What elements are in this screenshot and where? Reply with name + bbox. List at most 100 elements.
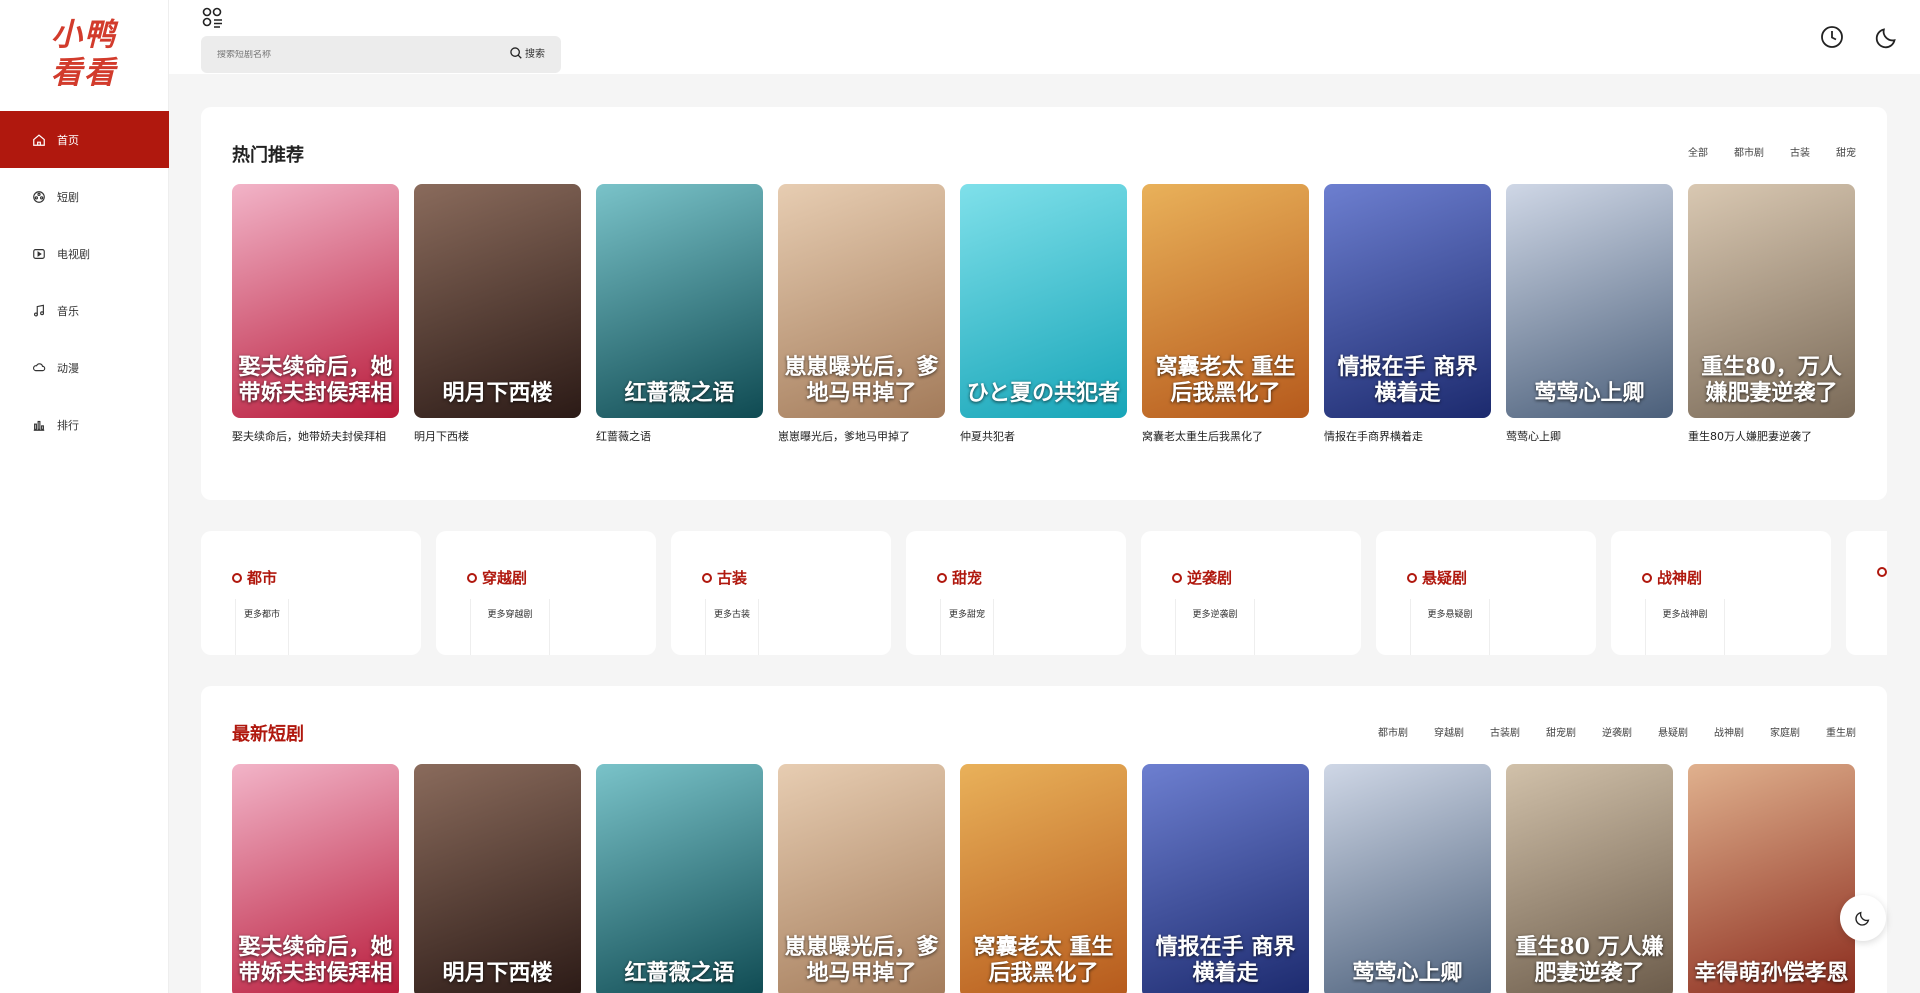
drama-card[interactable]: 情报在手 商界横着走 — [1142, 764, 1309, 993]
search-input[interactable] — [217, 49, 507, 60]
drama-card[interactable]: 情报在手 商界横着走情报在手商界横着走 — [1324, 184, 1491, 444]
category-card[interactable]: 逆袭剧 更多逆袭剧 — [1141, 531, 1361, 655]
drama-card[interactable]: 窝囊老太 重生后我黑化了窝囊老太重生后我黑化了 — [1142, 184, 1309, 444]
drama-card[interactable]: 娶夫续命后，她带娇夫封侯拜相 娶夫续命后，她带娇夫封侯拜相 — [232, 184, 399, 444]
filter-link[interactable]: 家庭剧 — [1757, 724, 1813, 739]
drama-card[interactable]: 崽崽曝光后，爹地马甲掉了 — [778, 764, 945, 993]
drama-card[interactable]: 窝囊老太 重生后我黑化了 — [960, 764, 1127, 993]
latest-section: 最新短剧 都市剧 穿越剧 古装剧 甜宠剧 逆袭剧 悬疑剧 战神剧 家庭剧 重生剧… — [201, 686, 1887, 993]
sidebar-item-ranking[interactable]: 排行 — [0, 396, 169, 453]
drama-card[interactable]: 重生80，万人嫌肥妻逆袭了重生80万人嫌肥妻逆袭了 — [1688, 184, 1855, 444]
sidebar-item-music[interactable]: 音乐 — [0, 282, 169, 339]
category-sub-link[interactable]: 更多战神剧 — [1645, 599, 1725, 655]
drama-poster[interactable]: ひと夏の共犯者 — [960, 184, 1127, 418]
category-card[interactable]: 都市 更多都市 — [201, 531, 421, 655]
drama-card[interactable]: 红蔷薇之语 — [596, 764, 763, 993]
filter-link[interactable]: 都市剧 — [1365, 724, 1421, 739]
drama-poster[interactable]: 情报在手 商界横着走 — [1142, 764, 1309, 993]
drama-poster[interactable]: 莺莺心上卿 — [1506, 184, 1673, 418]
drama-card[interactable]: 重生80 万人嫌肥妻逆袭了 — [1506, 764, 1673, 993]
category-name[interactable]: 古装 — [702, 567, 747, 588]
category-sub-link[interactable]: 更多穿越剧 — [470, 599, 550, 655]
poster-text: 窝囊老太 重生后我黑化了 — [1155, 354, 1296, 406]
poster-text: 重生80 万人嫌肥妻逆袭了 — [1515, 934, 1664, 986]
category-card[interactable]: 悬疑剧更多悬疑剧 — [1376, 531, 1596, 655]
drama-poster[interactable]: 崽崽曝光后，爹地马甲掉了 — [778, 184, 945, 418]
category-card[interactable]: 穿越剧 更多穿越剧 — [436, 531, 656, 655]
filter-link[interactable]: 逆袭剧 — [1589, 724, 1645, 739]
filter-link[interactable]: 战神剧 — [1701, 724, 1757, 739]
filter-link[interactable]: 穿越剧 — [1421, 724, 1477, 739]
drama-card[interactable]: 莺莺心上卿 莺莺心上卿 — [1506, 184, 1673, 444]
category-name[interactable]: 都市 — [232, 567, 277, 588]
filter-link[interactable]: 全部 — [1675, 144, 1721, 159]
drama-poster[interactable]: 娶夫续命后，她带娇夫封侯拜相 — [232, 184, 399, 418]
dark-mode-moon-icon[interactable] — [1874, 24, 1900, 50]
sidebar-item-anime[interactable]: 动漫 — [0, 339, 169, 396]
latest-card-list: 娶夫续命后，她带娇夫封侯拜相 明月下西楼 红蔷薇之语 崽崽曝光后，爹地马甲掉了 … — [232, 764, 1855, 993]
sidebar-item-home[interactable]: 首页 — [0, 111, 169, 168]
drama-poster[interactable]: 红蔷薇之语 — [596, 184, 763, 418]
drama-poster[interactable]: 情报在手 商界横着走 — [1324, 184, 1491, 418]
category-sub-link[interactable]: 更多都市 — [235, 599, 289, 655]
category-card[interactable]: 战神剧 更多战神剧 — [1611, 531, 1831, 655]
category-card[interactable]: 古装 更多古装 — [671, 531, 891, 655]
sidebar-item-shortdrama[interactable]: 短剧 — [0, 168, 169, 225]
filter-link[interactable]: 甜宠剧 — [1533, 724, 1589, 739]
category-name[interactable]: 悬疑剧 — [1407, 567, 1467, 588]
drama-poster[interactable]: 重生80，万人嫌肥妻逆袭了 — [1688, 184, 1855, 418]
floating-theme-toggle[interactable] — [1840, 895, 1886, 941]
filter-link[interactable]: 重生剧 — [1813, 724, 1869, 739]
category-name[interactable]: 逆袭剧 — [1172, 567, 1232, 588]
drama-title[interactable]: 重生80万人嫌肥妻逆袭了 — [1688, 428, 1855, 444]
drama-poster[interactable]: 明月下西楼 — [414, 764, 581, 993]
drama-title[interactable]: 红蔷薇之语 — [596, 428, 763, 444]
drama-poster[interactable]: 红蔷薇之语 — [596, 764, 763, 993]
drama-title[interactable]: 情报在手商界横着走 — [1324, 428, 1491, 444]
category-name[interactable]: 甜宠 — [937, 567, 982, 588]
drama-card[interactable]: 娶夫续命后，她带娇夫封侯拜相 — [232, 764, 399, 993]
drama-poster[interactable]: 重生80 万人嫌肥妻逆袭了 — [1506, 764, 1673, 993]
category-sub-link[interactable]: 更多古装 — [705, 599, 759, 655]
drama-card[interactable]: 崽崽曝光后，爹地马甲掉了 崽崽曝光后，爹地马甲掉了 — [778, 184, 945, 444]
drama-card[interactable]: 幸得萌孙偿孝恩 — [1688, 764, 1855, 993]
drama-poster[interactable]: 窝囊老太 重生后我黑化了 — [960, 764, 1127, 993]
filter-link[interactable]: 悬疑剧 — [1645, 724, 1701, 739]
drama-poster[interactable]: 崽崽曝光后，爹地马甲掉了 — [778, 764, 945, 993]
category-dot-icon — [232, 572, 242, 583]
category-label: 悬疑剧 — [1422, 569, 1468, 587]
grid-menu-icon[interactable] — [201, 6, 225, 30]
category-sub-link[interactable]: 更多甜宠 — [940, 599, 994, 655]
sidebar-item-tv[interactable]: 电视剧 — [0, 225, 169, 282]
drama-title[interactable]: 莺莺心上卿 — [1506, 428, 1673, 444]
category-card-partial[interactable] — [1846, 531, 1887, 655]
drama-title[interactable]: 明月下西楼 — [414, 428, 581, 444]
category-sub-link[interactable]: 更多悬疑剧 — [1410, 599, 1490, 655]
category-name[interactable]: 穿越剧 — [467, 567, 527, 588]
drama-poster[interactable]: 窝囊老太 重生后我黑化了 — [1142, 184, 1309, 418]
filter-link[interactable]: 古装 — [1777, 144, 1823, 159]
filter-link[interactable]: 甜宠 — [1823, 144, 1869, 159]
drama-card[interactable]: 明月下西楼 — [414, 764, 581, 993]
drama-card[interactable]: ひと夏の共犯者仲夏共犯者 — [960, 184, 1127, 444]
drama-poster[interactable]: 明月下西楼 — [414, 184, 581, 418]
drama-poster[interactable]: 娶夫续命后，她带娇夫封侯拜相 — [232, 764, 399, 993]
filter-link[interactable]: 古装剧 — [1477, 724, 1533, 739]
drama-title[interactable]: 仲夏共犯者 — [960, 428, 1127, 444]
drama-title[interactable]: 窝囊老太重生后我黑化了 — [1142, 428, 1309, 444]
drama-card[interactable]: 明月下西楼 明月下西楼 — [414, 184, 581, 444]
drama-card[interactable]: 红蔷薇之语 红蔷薇之语 — [596, 184, 763, 444]
drama-poster[interactable]: 莺莺心上卿 — [1324, 764, 1491, 993]
filter-link[interactable]: 都市剧 — [1721, 144, 1777, 159]
drama-title[interactable]: 崽崽曝光后，爹地马甲掉了 — [778, 428, 945, 444]
category-name[interactable]: 战神剧 — [1642, 567, 1702, 588]
history-clock-icon[interactable] — [1819, 24, 1845, 50]
drama-poster[interactable]: 幸得萌孙偿孝恩 — [1688, 764, 1855, 993]
site-logo[interactable]: 小鸭 看看 — [28, 16, 140, 96]
category-sub-link[interactable]: 更多逆袭剧 — [1175, 599, 1255, 655]
category-card[interactable]: 甜宠 更多甜宠 — [906, 531, 1126, 655]
drama-title[interactable]: 娶夫续命后，她带娇夫封侯拜相 — [232, 428, 399, 444]
search-button[interactable]: 搜索 — [509, 45, 545, 60]
drama-card[interactable]: 莺莺心上卿 — [1324, 764, 1491, 993]
search-icon — [510, 46, 522, 59]
